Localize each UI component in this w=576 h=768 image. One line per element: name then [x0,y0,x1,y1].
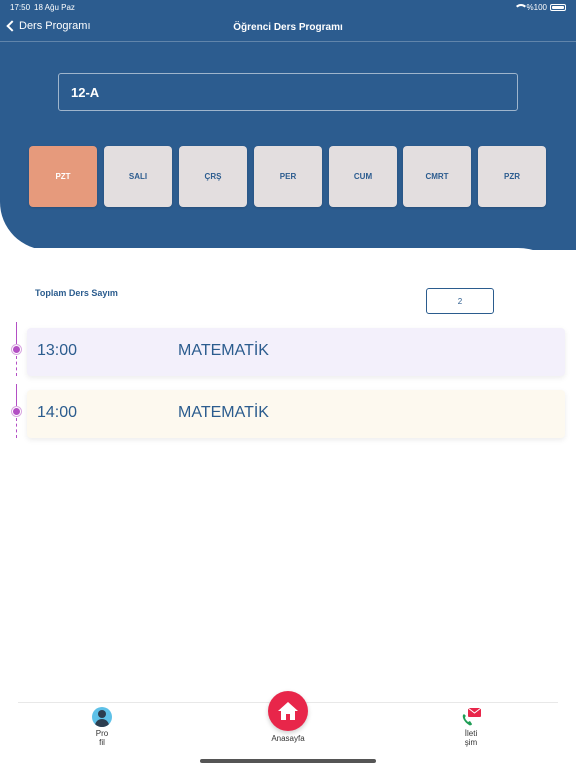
profile-icon [92,707,112,727]
phone-mail-icon [460,707,482,727]
total-lessons-label: Toplam Ders Sayım [35,288,118,298]
status-indicators: %100 [513,3,566,12]
timeline-line [16,322,17,344]
home-icon [278,702,298,720]
tab-profile[interactable]: Pro fil [92,707,112,747]
day-button-sali[interactable]: SALI [104,146,172,207]
day-selector: PZT SALI ÇRŞ PER CUM CMRT PZR [29,146,549,208]
day-button-cmrt[interactable]: CMRT [403,146,471,207]
battery-percent: %100 [526,3,547,12]
status-bar: 17:50 18 Ağu Paz %100 [0,0,576,14]
navigation-bar: Ders Programı Öğrenci Ders Programı [0,14,576,42]
home-button [268,691,308,731]
day-button-cum[interactable]: CUM [329,146,397,207]
day-button-pzr[interactable]: PZR [478,146,546,207]
timeline-line [16,356,17,376]
tab-home[interactable]: Anasayfa [268,691,308,743]
tab-contact-label-1: İleti [464,729,478,738]
tab-home-label: Anasayfa [271,734,305,743]
tab-contact[interactable]: İleti şim [460,707,482,747]
timeline-line [16,418,17,438]
total-lessons-count: 2 [426,288,494,314]
day-button-per[interactable]: PER [254,146,322,207]
lesson-card[interactable]: 14:00 MATEMATİK [27,390,565,438]
class-select-field[interactable]: 12-A [58,73,518,111]
tab-profile-label-1: Pro [95,729,109,738]
tab-contact-label-2: şim [464,738,478,747]
page-title: Öğrenci Ders Programı [233,22,343,33]
lesson-subject: MATEMATİK [178,342,269,359]
timeline-line [16,384,17,406]
lesson-time: 13:00 [37,342,78,359]
battery-icon [550,4,566,11]
status-time: 17:50 [10,3,31,12]
home-indicator [200,759,376,763]
lesson-time: 14:00 [37,404,78,421]
lesson-card[interactable]: 13:00 MATEMATİK [27,328,565,376]
status-date: 18 Ağu Paz [34,3,75,12]
lesson-subject: MATEMATİK [178,404,269,421]
timeline-dot [12,345,21,354]
tab-profile-label-2: fil [99,738,105,747]
day-button-pzt[interactable]: PZT [29,146,97,207]
day-button-crs[interactable]: ÇRŞ [179,146,247,207]
wifi-icon [513,3,528,12]
timeline-dot [12,407,21,416]
